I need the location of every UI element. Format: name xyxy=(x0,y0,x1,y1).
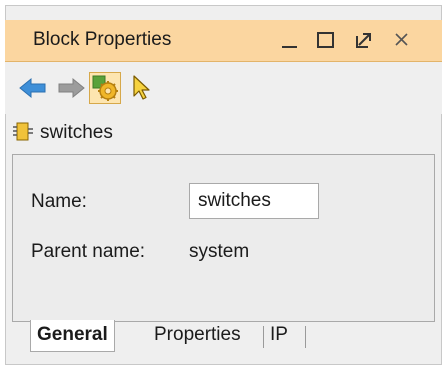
block-icon xyxy=(13,122,33,141)
name-label: Name: xyxy=(31,191,87,212)
tab-properties[interactable]: Properties xyxy=(154,320,241,352)
minimize-icon xyxy=(282,46,297,48)
tab-separator xyxy=(305,326,306,348)
tab-ip[interactable]: IP xyxy=(270,320,288,352)
select-button[interactable] xyxy=(127,72,159,104)
name-input[interactable] xyxy=(189,183,319,219)
minimize-button[interactable] xyxy=(277,26,303,54)
close-button[interactable] xyxy=(389,26,415,54)
general-tab-content: Name: Parent name: system xyxy=(12,154,435,322)
panel-title: Block Properties xyxy=(33,29,172,50)
maximize-icon xyxy=(317,32,334,48)
back-button[interactable] xyxy=(17,72,49,104)
toolbar xyxy=(5,62,442,114)
tab-general[interactable]: General xyxy=(30,320,115,352)
settings-gear-icon xyxy=(92,75,118,101)
tab-separator xyxy=(263,326,264,348)
title-bar: Block Properties xyxy=(5,20,442,62)
forward-button[interactable] xyxy=(55,72,87,104)
restore-icon xyxy=(356,33,371,48)
restore-button[interactable] xyxy=(351,26,377,54)
back-arrow-icon xyxy=(19,77,46,99)
parent-name-label: Parent name: xyxy=(31,241,146,262)
settings-button[interactable] xyxy=(89,72,121,104)
forward-arrow-icon xyxy=(58,77,85,99)
select-pointer-icon xyxy=(133,75,150,100)
close-icon xyxy=(395,33,408,46)
parent-name-value: system xyxy=(189,241,250,262)
maximize-button[interactable] xyxy=(313,26,339,54)
block-name-label: switches xyxy=(40,122,113,143)
